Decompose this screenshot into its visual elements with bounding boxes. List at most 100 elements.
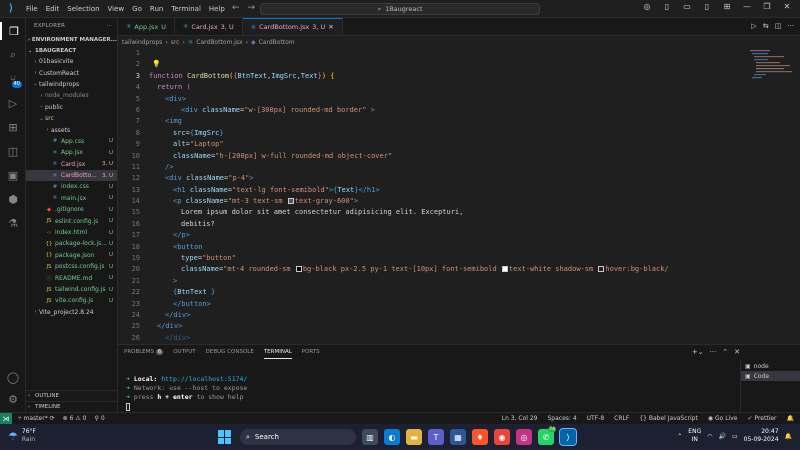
menu-file[interactable]: File [22,5,42,13]
source-control-icon[interactable]: ⑂ 40 [4,70,22,88]
tab-terminal[interactable]: TERMINAL [263,345,292,359]
prettier-status[interactable]: ✓ Prettier [747,415,776,422]
git-branch[interactable]: ⑂ master* ⟳ [18,415,55,422]
file-tree-item[interactable]: ⚛ App.jsx U [26,147,117,158]
cursor-position[interactable]: Ln 3, Col 29 [502,415,538,422]
weather-widget[interactable]: ☂ 76°F Rain [8,428,36,444]
tab-cardbottom-jsx[interactable]: ⚛ CardBottom.jsx 3, U ✕ [242,18,343,35]
remote-explorer-icon[interactable]: ▣ [4,166,22,184]
file-tree-item[interactable]: › node_modules [26,90,117,101]
back-arrow-icon[interactable]: ← [232,3,240,13]
layout-icon[interactable]: ⊞ [720,2,734,11]
file-tree-item[interactable]: # index.css U [26,181,117,192]
tab-ports[interactable]: PORTS [302,345,320,359]
chrome-icon[interactable]: ◉ [494,429,510,445]
run-icon[interactable]: ▷ [751,22,756,30]
tab-card-jsx[interactable]: ⚛ Card.jsx 3, U [175,18,243,35]
close-tab-icon[interactable]: ✕ [328,23,333,31]
file-tree-item[interactable]: JS vite.config.js U [26,295,117,306]
search-activity-icon[interactable]: ⌕ [4,46,22,64]
python-icon[interactable]: ⬢ [4,190,22,208]
edge-icon[interactable]: ◐ [384,429,400,445]
indentation[interactable]: Spaces: 4 [548,415,577,422]
close-icon[interactable]: ✕ [780,2,794,11]
more-actions-icon[interactable]: ··· [710,348,717,356]
brave-icon[interactable]: ♦ [472,429,488,445]
terminal-output[interactable]: ➜ Local: http://localhost:5174/ ➜ Networ… [126,375,247,411]
language-mode[interactable]: {} Babel JavaScript [639,415,698,422]
file-tree-item[interactable]: {} package.json U [26,250,117,261]
chevron-up-icon[interactable]: ⌃ [677,433,682,440]
encoding[interactable]: UTF-8 [587,415,605,422]
file-tree-item[interactable]: JS eslint.config.js U [26,215,117,226]
env-manager-section[interactable]: › ENVIRONMENT MANAGER... [26,34,117,45]
command-center-search[interactable]: ⌕ 1Baugreact [260,3,540,15]
ports-status[interactable]: ⚲ 0 [95,415,105,422]
volume-icon[interactable]: 🔊 [718,433,725,440]
start-button-windows-icon[interactable] [218,430,232,444]
file-tree-item[interactable]: › CustomReact [26,67,117,78]
terminal-item-code[interactable]: ▣ Code [741,371,800,381]
breadcrumb-item[interactable]: src [171,39,180,46]
file-tree-item[interactable]: ◆ .gitignore U [26,204,117,215]
notifications-icon[interactable]: 🔔 [785,433,792,440]
toggle-secondary-sidebar-icon[interactable]: ▯ [700,2,714,11]
minimize-icon[interactable]: — [740,2,754,11]
file-tree-item[interactable]: ⌄ tailwindprops [26,79,117,90]
extensions-icon[interactable]: ⊞ [4,118,22,136]
store-icon[interactable]: ▦ [450,429,466,445]
minimap[interactable] [748,48,792,88]
file-tree-item[interactable]: JS tailwind.config.js U [26,284,117,295]
line-ending[interactable]: CRLF [614,415,629,422]
file-tree-item[interactable]: ⚛ Card.jsx 3, U [26,159,117,170]
notifications-bell-icon[interactable]: 🔔 [787,415,794,422]
tab-output[interactable]: OUTPUT [173,345,195,359]
menu-terminal[interactable]: Terminal [167,5,205,13]
local-url[interactable]: http://localhost:5174/ [161,375,247,383]
teams-icon[interactable]: T [428,429,444,445]
language-indicator[interactable]: ENG IN [688,428,701,444]
file-tree-item[interactable]: ⌄ src [26,113,117,124]
task-view-icon[interactable]: ▥ [362,429,378,445]
new-terminal-icon[interactable]: +⌄ [692,348,704,356]
copilot-icon[interactable]: ◎ [640,2,654,11]
compare-icon[interactable]: ⇆ [763,22,769,30]
menu-view[interactable]: View [104,5,129,13]
file-tree-item[interactable]: JS postcss.config.js U [26,261,117,272]
maximize-icon[interactable]: ❐ [760,2,774,11]
menu-run[interactable]: Run [146,5,167,13]
forward-arrow-icon[interactable]: → [248,3,256,13]
maximize-panel-icon[interactable]: ⌃ [722,348,728,356]
menu-go[interactable]: Go [128,5,146,13]
settings-gear-icon[interactable]: ⚙ [4,390,22,408]
accounts-remote-icon[interactable]: ◫ [4,142,22,160]
file-tree-item[interactable]: › Vite_project2.8.24 [26,307,117,318]
menu-edit[interactable]: Edit [42,5,64,13]
whatsapp-icon[interactable]: ✆ 74 [538,427,556,445]
menu-selection[interactable]: Selection [63,5,103,13]
outline-section[interactable]: › OUTLINE [26,390,117,401]
file-tree-item[interactable]: ‹› index.html U [26,227,117,238]
tab-debug-console[interactable]: DEBUG CONSOLE [206,345,254,359]
code-editor[interactable]: 1 2 💡 3 function CardBottom({BtnText,ImgSr… [118,48,708,344]
run-debug-icon[interactable]: ▷ [4,94,22,112]
file-tree-item[interactable]: › 01basicvite [26,56,117,67]
file-tree-item[interactable]: › public [26,102,117,113]
breadcrumb-item[interactable]: tailwindprops [122,39,162,46]
workspace-root[interactable]: ⌄ 1BAUGREACT [26,45,117,56]
file-tree-item[interactable]: {} package-lock.js... U [26,238,117,249]
file-explorer-icon[interactable]: ▬ [406,429,422,445]
file-tree-item[interactable]: ⚛ main.jsx U [26,193,117,204]
account-icon[interactable]: ◯ [4,368,22,386]
more-actions-icon[interactable]: ··· [787,22,794,30]
file-tree-item[interactable]: ⓘ README.md U [26,272,117,283]
wifi-icon[interactable]: ◠ [707,433,712,440]
testing-icon[interactable]: ⚗ [4,214,22,232]
split-editor-icon[interactable]: ◫ [775,22,782,30]
vscode-taskbar-icon[interactable]: ⟩ [559,428,577,446]
file-tree-item[interactable]: # App.css U [26,136,117,147]
terminal-item-node[interactable]: ▣ node [741,361,800,371]
breadcrumb-item[interactable]: CardBottom.jsx [196,39,242,46]
file-tree-item[interactable]: › assets [26,124,117,135]
lightbulb-icon[interactable]: 💡 [152,60,161,68]
